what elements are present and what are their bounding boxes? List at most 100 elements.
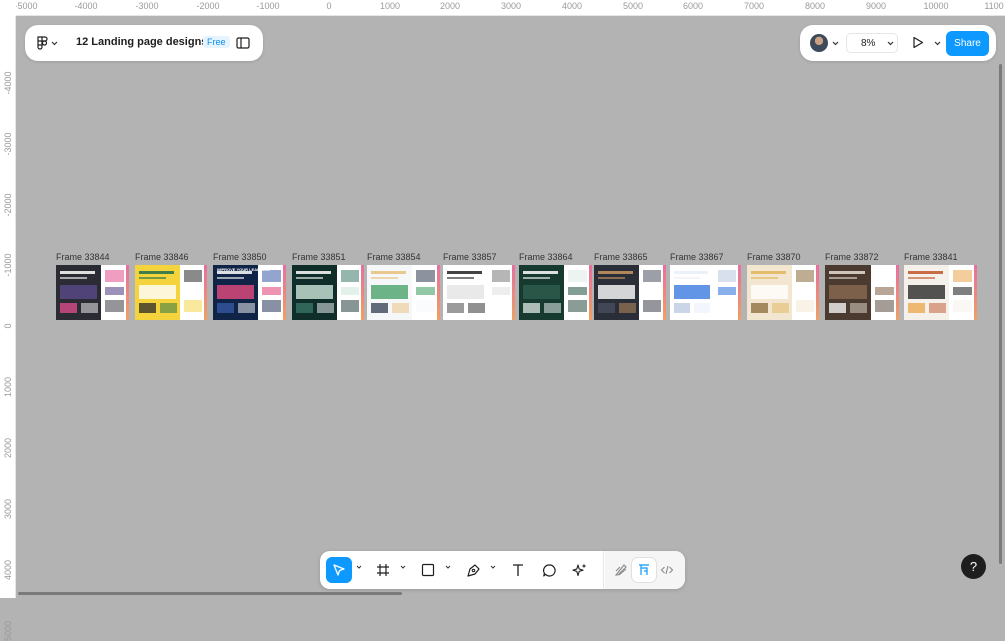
- frame-content-block: [184, 300, 202, 312]
- frame-content-block: [523, 285, 560, 299]
- frame-thumbnail[interactable]: [904, 265, 977, 320]
- chevron-down-icon[interactable]: [490, 565, 496, 569]
- frame-thumbnail[interactable]: [56, 265, 129, 320]
- frame-hero-block: [523, 271, 558, 274]
- frame-thumbnail[interactable]: [747, 265, 819, 320]
- zoom-dropdown[interactable]: 8%: [846, 33, 898, 53]
- frame-thumbnail[interactable]: [519, 265, 592, 320]
- frame-content-block: [674, 303, 690, 313]
- main-menu-button[interactable]: [36, 35, 62, 51]
- frame-hero-block: [523, 277, 550, 279]
- frame-edge: [738, 265, 741, 320]
- move-tool-button[interactable]: [326, 557, 352, 583]
- dev-mode-button[interactable]: [655, 558, 679, 582]
- help-button[interactable]: ?: [961, 554, 986, 579]
- frame-hero-block: [217, 277, 244, 279]
- frame-content-block: [718, 270, 736, 282]
- avatar[interactable]: [810, 34, 828, 52]
- ruler-tick-label: 5000: [3, 620, 13, 641]
- frame-content-block: [829, 303, 846, 313]
- frame-thumbnail[interactable]: IMPROVE YOUR LEARNING: [213, 265, 286, 320]
- share-button[interactable]: Share: [946, 31, 989, 56]
- frame-label[interactable]: Frame 33865: [594, 252, 648, 262]
- frame-label[interactable]: Frame 33864: [519, 252, 573, 262]
- frame-label[interactable]: Frame 33851: [292, 252, 346, 262]
- frame-label[interactable]: Frame 33846: [135, 252, 189, 262]
- frame-hero-block: [139, 271, 174, 274]
- frame-label[interactable]: Frame 33867: [670, 252, 724, 262]
- ruler-tick-label: -4000: [3, 71, 13, 95]
- frame-hero-block: [60, 271, 95, 274]
- frame-label[interactable]: Frame 33850: [213, 252, 267, 262]
- frame-edge: [589, 265, 592, 320]
- frame-hero-block: [371, 277, 398, 279]
- frame-content-block: [262, 300, 281, 312]
- pen-tool-button[interactable]: [463, 560, 483, 580]
- frame-thumbnail[interactable]: [670, 265, 741, 320]
- frame-label[interactable]: Frame 33841: [904, 252, 958, 262]
- frame-thumbnail[interactable]: [443, 265, 515, 320]
- frame-thumbnail[interactable]: [367, 265, 440, 320]
- frame-content-block: [392, 303, 409, 313]
- frame-thumbnail[interactable]: [292, 265, 364, 320]
- ruler-tick-label: 5000: [622, 1, 644, 11]
- frame-content-block: [875, 300, 894, 312]
- frame-content-block: [751, 303, 768, 313]
- frame-content-block: [568, 300, 587, 312]
- file-name[interactable]: 12 Landing page designs: [76, 36, 207, 48]
- frame-label[interactable]: Frame 33872: [825, 252, 879, 262]
- frame-content-block: [262, 287, 281, 295]
- ruler-tick-label: 1100: [984, 1, 1004, 11]
- ruler-tick-label: -5000: [14, 1, 38, 11]
- chevron-down-icon[interactable]: [934, 41, 941, 46]
- present-play-icon[interactable]: [912, 36, 924, 49]
- frame-content-block: [447, 285, 484, 299]
- frame-thumbnail[interactable]: [135, 265, 207, 320]
- frame-content-block: [60, 303, 77, 313]
- frame-content-block: [718, 300, 736, 312]
- ruler-tick-label: 9000: [865, 1, 887, 11]
- plan-badge[interactable]: Free: [203, 36, 230, 48]
- frame-tool-button[interactable]: [373, 560, 393, 580]
- frame-content-block: [796, 270, 814, 282]
- frame-label[interactable]: Frame 33857: [443, 252, 497, 262]
- actions-tool-button[interactable]: [570, 560, 590, 580]
- frame-label[interactable]: Frame 33870: [747, 252, 801, 262]
- pen-icon: [466, 563, 480, 577]
- frame-content-block: [416, 300, 435, 312]
- frame-edge: [512, 265, 515, 320]
- design-mode-button[interactable]: [632, 558, 656, 582]
- frame-hero-block: [371, 271, 406, 274]
- frame-edge: [816, 265, 819, 320]
- ruler-tick-label: -4000: [74, 1, 98, 11]
- frame-content-block: [296, 285, 333, 299]
- shape-tool-button[interactable]: [418, 560, 438, 580]
- frame-edge: [204, 265, 207, 320]
- frame-content-block: [371, 285, 408, 299]
- frame-content-block: [619, 303, 636, 313]
- toggle-sidebar-icon[interactable]: [236, 36, 250, 50]
- frame-hero-block: [598, 277, 625, 279]
- ruler-tick-label: 6000: [682, 1, 704, 11]
- draw-mode-button[interactable]: [609, 558, 633, 582]
- frame-content-block: [341, 270, 359, 282]
- frame-content-block: [105, 270, 124, 282]
- frame-label[interactable]: Frame 33844: [56, 252, 110, 262]
- chevron-down-icon[interactable]: [445, 565, 451, 569]
- frame-content-block: [139, 303, 156, 313]
- design-layout-icon: [639, 564, 649, 575]
- chevron-down-icon[interactable]: [400, 565, 406, 569]
- frame-thumbnail[interactable]: [825, 265, 899, 320]
- chevron-down-icon[interactable]: [832, 41, 839, 46]
- frame-content-block: [875, 270, 894, 282]
- frame-content-block: [341, 300, 359, 312]
- vertical-scrollbar[interactable]: [999, 64, 1002, 564]
- horizontal-scrollbar[interactable]: [18, 592, 402, 595]
- chevron-down-icon[interactable]: [356, 565, 362, 569]
- frame-content-block: [953, 287, 972, 295]
- frame-label[interactable]: Frame 33854: [367, 252, 421, 262]
- text-tool-button[interactable]: [508, 560, 528, 580]
- frame-content-block: [796, 287, 814, 295]
- comment-tool-button[interactable]: [539, 560, 559, 580]
- frame-thumbnail[interactable]: [594, 265, 666, 320]
